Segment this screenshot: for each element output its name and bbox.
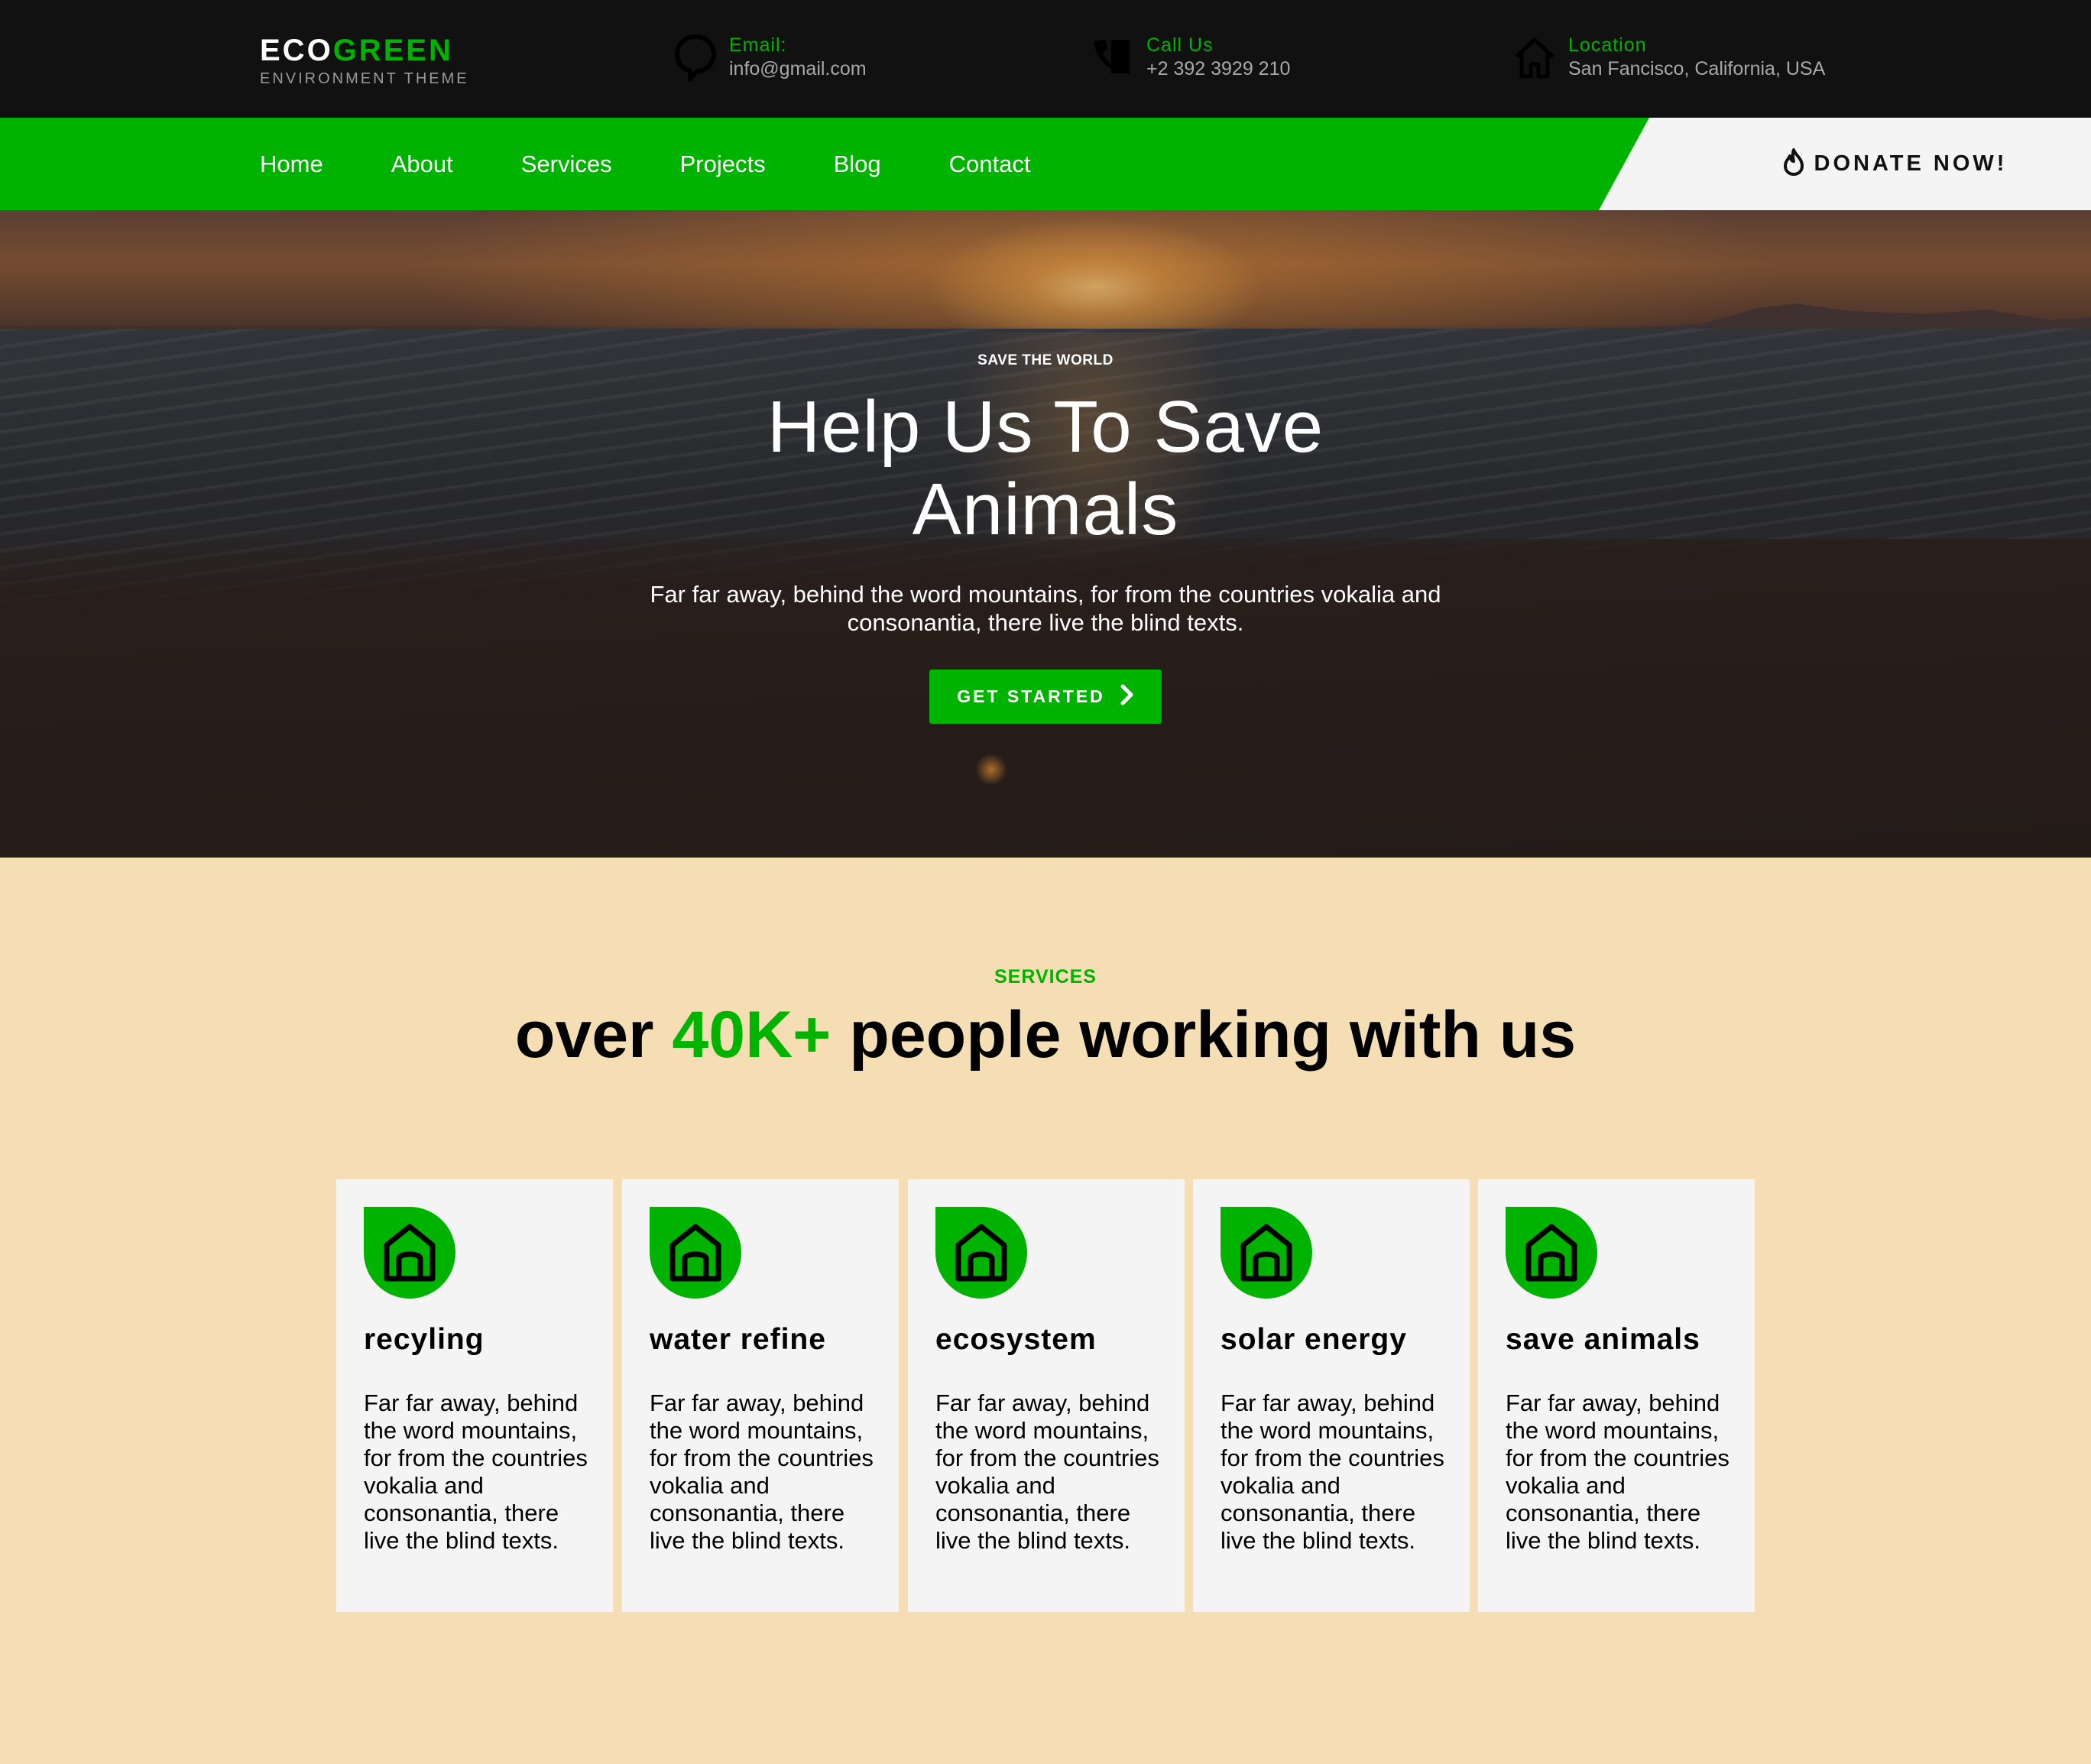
contact-email-value[interactable]: info@gmail.com <box>729 57 867 81</box>
nav-item-blog[interactable]: Blog <box>834 151 881 178</box>
phone-icon <box>1091 34 1134 83</box>
service-card-title: ecosystem <box>935 1323 1097 1356</box>
service-card-title: water refine <box>650 1323 826 1356</box>
contact-phone-value[interactable]: +2 392 3929 210 <box>1146 57 1290 81</box>
brand-title-second: GREEN <box>332 34 453 67</box>
nav-menu: Home About Services Projects Blog Contac… <box>260 118 1098 210</box>
house-icon <box>1506 1207 1597 1299</box>
service-card-text: Far far away, behind the word mountains,… <box>650 1389 874 1554</box>
hero-content: SAVE THE WORLD Help Us To Save Animals F… <box>0 210 2091 858</box>
services-kicker: SERVICES <box>994 966 1097 987</box>
get-started-label: GET STARTED <box>957 686 1105 706</box>
service-card[interactable]: recyling Far far away, behind the word m… <box>336 1179 613 1612</box>
chat-bubble-icon <box>674 34 717 83</box>
hero-section: SAVE THE WORLD Help Us To Save Animals F… <box>0 210 2091 858</box>
service-card[interactable]: save animals Far far away, behind the wo… <box>1478 1179 1755 1612</box>
contact-location-value: San Fancisco, California, USA <box>1568 58 1826 79</box>
contact-email-label: Email: <box>729 34 787 56</box>
hero-description: Far far away, behind the word mountains,… <box>650 581 1441 636</box>
nav-item-contact[interactable]: Contact <box>949 151 1031 178</box>
top-bar: ECOGREEN ENVIRONMENT THEME Email: info@g… <box>0 0 2091 118</box>
contact-location-label: Location <box>1568 34 1647 56</box>
service-card[interactable]: water refine Far far away, behind the wo… <box>622 1179 899 1612</box>
service-card[interactable]: ecosystem Far far away, behind the word … <box>908 1179 1185 1612</box>
service-cards: recyling Far far away, behind the word m… <box>336 1179 1755 1612</box>
brand-tagline: ENVIRONMENT THEME <box>260 70 469 87</box>
service-card-text: Far far away, behind the word mountains,… <box>935 1389 1159 1554</box>
flame-icon <box>1781 148 1807 180</box>
donate-label: DONATE NOW! <box>1814 151 2008 176</box>
service-card[interactable]: solar energy Far far away, behind the wo… <box>1193 1179 1470 1612</box>
house-icon <box>650 1207 741 1299</box>
home-icon <box>1513 34 1556 83</box>
donate-button[interactable]: DONATE NOW! <box>1599 118 2091 210</box>
services-title-before: over <box>514 998 673 1072</box>
hero-kicker: SAVE THE WORLD <box>977 352 1114 368</box>
house-icon <box>364 1207 455 1299</box>
service-card-title: save animals <box>1506 1323 1700 1356</box>
hero-title: Help Us To Save Animals <box>767 386 1324 550</box>
services-title: over 40K+ people working with us <box>511 997 1580 1074</box>
service-card-title: solar energy <box>1221 1323 1407 1356</box>
nav-item-services[interactable]: Services <box>521 151 612 178</box>
nav-item-projects[interactable]: Projects <box>680 151 766 178</box>
service-card-text: Far far away, behind the word mountains,… <box>1506 1389 1730 1554</box>
brand-title-first: ECO <box>260 34 333 67</box>
service-card-text: Far far away, behind the word mountains,… <box>1221 1389 1444 1554</box>
brand-logo[interactable]: ECOGREEN ENVIRONMENT THEME <box>260 32 469 88</box>
brand-title: ECOGREEN <box>260 32 469 69</box>
service-card-title: recyling <box>364 1323 485 1356</box>
service-card-text: Far far away, behind the word mountains,… <box>364 1389 588 1554</box>
services-title-highlight: 40K+ <box>672 998 832 1072</box>
nav-item-about[interactable]: About <box>391 151 453 178</box>
services-title-after: people working with us <box>831 998 1577 1072</box>
house-icon <box>935 1207 1027 1299</box>
house-icon <box>1221 1207 1312 1299</box>
nav-item-home[interactable]: Home <box>260 151 323 178</box>
get-started-button[interactable]: GET STARTED <box>929 670 1162 724</box>
chevron-right-icon <box>1120 684 1134 709</box>
services-section: SERVICES over 40K+ people working with u… <box>0 858 2091 1764</box>
contact-phone-label: Call Us <box>1146 34 1214 56</box>
